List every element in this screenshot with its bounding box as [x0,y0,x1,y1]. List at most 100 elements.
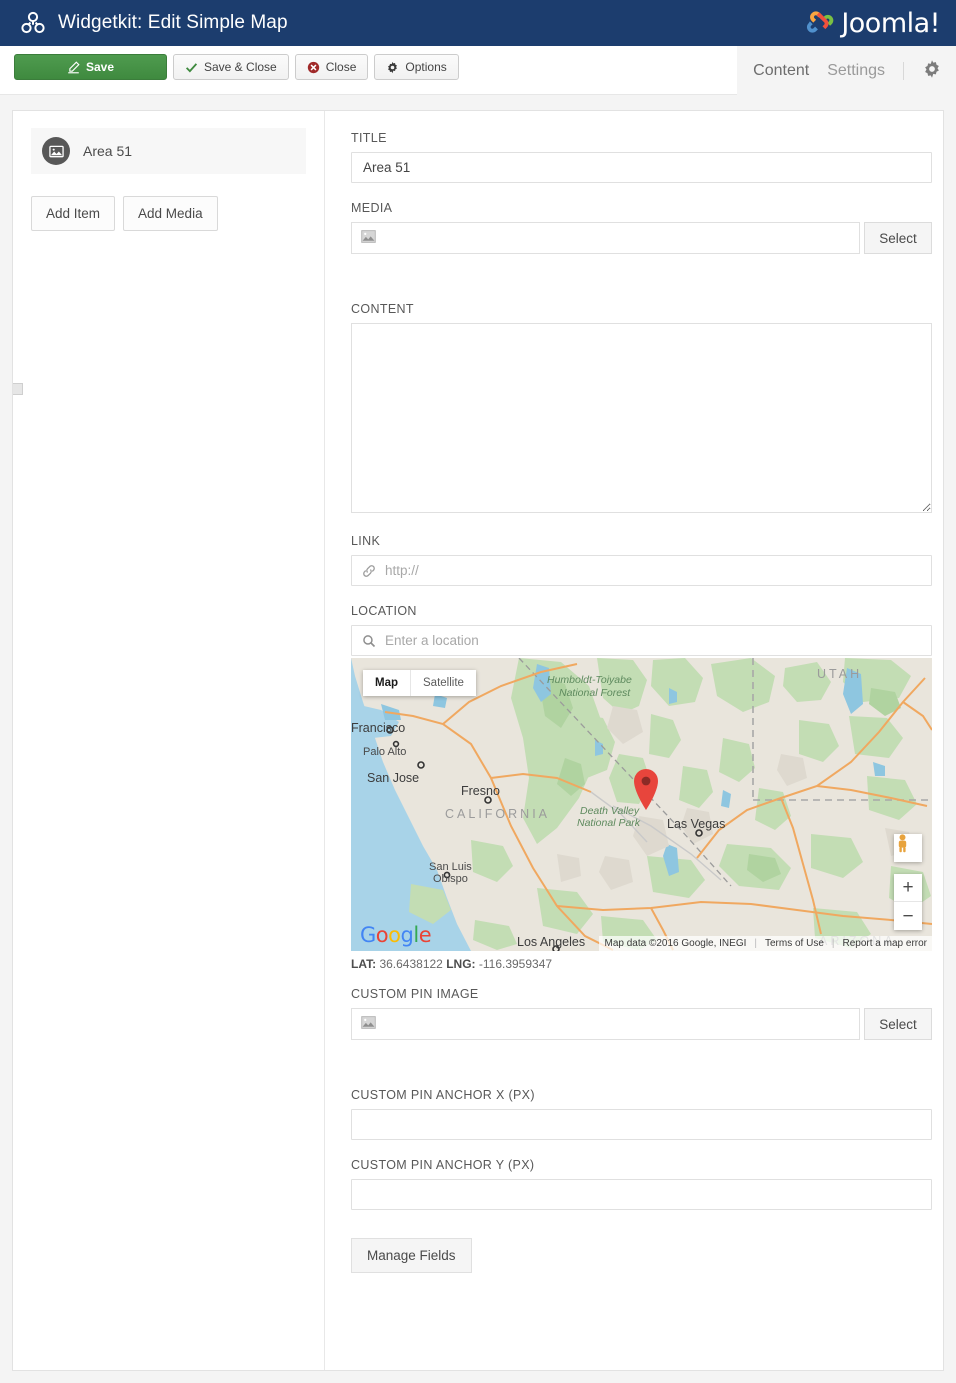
custom-pin-image-select-button[interactable]: Select [864,1008,932,1040]
map-attribution: Map data ©2016 Google, INEGI | Terms of … [599,936,932,951]
street-view-pegman-icon[interactable] [894,834,922,862]
link-label: LINK [351,534,381,548]
content-label: CONTENT [351,302,414,316]
map-label-humboldt-2: National Forest [559,687,631,699]
toolbar-buttons: Save Save & Close Close Options [14,54,459,80]
lat-label: LAT: [351,957,377,971]
save-button[interactable]: Save [14,54,167,80]
field-custom-pin-anchor-x: CUSTOM PIN ANCHOR X (PX) [351,1088,932,1140]
items-sidebar: Area 51 Add Item Add Media [13,111,325,1370]
custom-pin-image-label: CUSTOM PIN IMAGE [351,987,479,1001]
widgetkit-logo-icon [20,10,46,36]
field-location: LOCATION [351,604,932,656]
tab-content[interactable]: Content [753,62,809,80]
map-zoom-out-button[interactable]: − [894,902,922,930]
map-terms-link[interactable]: Terms of Use [765,938,824,949]
field-media: MEDIA Select [351,201,932,254]
image-icon [361,1016,376,1032]
map-label-california: CALIFORNIA [445,807,550,821]
field-custom-pin-image: CUSTOM PIN IMAGE Select [351,987,932,1040]
map-type-control: Map Satellite [363,670,476,696]
add-item-button[interactable]: Add Item [31,196,116,231]
sidebar-actions: Add Item Add Media [31,196,306,231]
save-icon [67,60,80,74]
map-zoom-in-button[interactable]: + [894,874,922,902]
map-label-san-francisco: Francisco [351,721,405,735]
map-label-los-angeles: Los Angeles [517,935,585,949]
sidebar-collapse-handle[interactable] [13,383,23,395]
lng-label: LNG: [446,957,476,971]
map-zoom-control: + − [894,874,922,930]
divider [903,61,904,80]
media-label: MEDIA [351,201,393,215]
map-label-death-valley-1: Death Valley [580,805,640,817]
location-label: LOCATION [351,604,417,618]
check-icon [185,61,198,74]
custom-pin-anchor-x-input[interactable] [351,1109,932,1140]
location-input[interactable] [351,625,932,656]
map-label-humboldt-1: Humboldt-Toiyabe [547,674,632,686]
gear-icon [386,61,399,74]
field-content: CONTENT [351,302,932,516]
add-media-button[interactable]: Add Media [123,196,218,231]
view-tabs: Content Settings [753,46,942,95]
custom-pin-image-row: Select [351,1008,932,1040]
joomla-wordmark: Joomla! [841,7,940,39]
location-input-wrapper [351,625,932,656]
map-report-link[interactable]: Report a map error [843,938,927,949]
map-label-fresno: Fresno [461,784,500,798]
app-header: Widgetkit: Edit Simple Map Joomla! [0,0,956,46]
list-item[interactable]: Area 51 [31,128,306,174]
custom-pin-image-input[interactable] [351,1008,860,1040]
close-button-label: Close [325,60,357,74]
google-watermark: Google [360,923,432,947]
joomla-logo: Joomla! [801,6,940,40]
options-button[interactable]: Options [374,54,459,80]
image-icon [361,230,376,246]
save-button-label: Save [85,60,115,74]
map-label-las-vegas: Las Vegas [667,817,725,831]
location-map[interactable]: Francisco Palo Alto San Jose Fresno San … [351,658,932,951]
link-input[interactable] [351,555,932,586]
lng-value: -116.3959347 [478,957,553,971]
tab-settings[interactable]: Settings [827,62,885,80]
field-title: TITLE [351,131,932,183]
map-coordinates: LAT: 36.6438122 LNG: -116.3959347 [351,957,932,971]
field-custom-pin-anchor-y: CUSTOM PIN ANCHOR Y (PX) [351,1158,932,1210]
toolbar: Save Save & Close Close Options Content … [0,46,956,95]
map-label-san-luis-obispo-2: Obispo [433,873,468,885]
map-label-death-valley-2: National Park [577,817,641,829]
media-input[interactable] [351,222,860,254]
divider: | [831,938,835,949]
map-label-utah: UTAH [817,667,862,681]
close-button[interactable]: Close [294,54,369,80]
custom-pin-anchor-y-label: CUSTOM PIN ANCHOR Y (PX) [351,1158,535,1172]
custom-pin-anchor-y-input[interactable] [351,1179,932,1210]
settings-gear-button[interactable] [922,59,942,82]
media-select-button[interactable]: Select [864,222,932,254]
map-label-san-jose: San Jose [367,771,419,785]
map-label-san-luis-obispo-1: San Luis [429,861,472,873]
map-type-satellite-button[interactable]: Satellite [410,670,476,696]
close-icon [307,61,320,74]
page-title: Widgetkit: Edit Simple Map [58,12,288,33]
content-textarea[interactable] [351,323,932,513]
item-form: TITLE MEDIA Select [325,111,956,1370]
list-item-label: Area 51 [83,143,133,159]
save-and-close-label: Save & Close [204,60,277,74]
media-row: Select [351,222,932,254]
map-type-map-button[interactable]: Map [363,670,410,696]
gear-icon [922,59,942,82]
title-input[interactable] [351,152,932,183]
map-canvas: Francisco Palo Alto San Jose Fresno San … [351,658,932,951]
save-and-close-button[interactable]: Save & Close [173,54,289,80]
options-button-label: Options [405,60,447,74]
joomla-mark-icon [807,11,834,33]
map-attribution-text: Map data ©2016 Google, INEGI [604,938,747,949]
manage-fields-button[interactable]: Manage Fields [351,1238,472,1273]
title-label: TITLE [351,131,387,145]
custom-pin-anchor-x-label: CUSTOM PIN ANCHOR X (PX) [351,1088,535,1102]
map-label-palo-alto: Palo Alto [363,746,406,758]
